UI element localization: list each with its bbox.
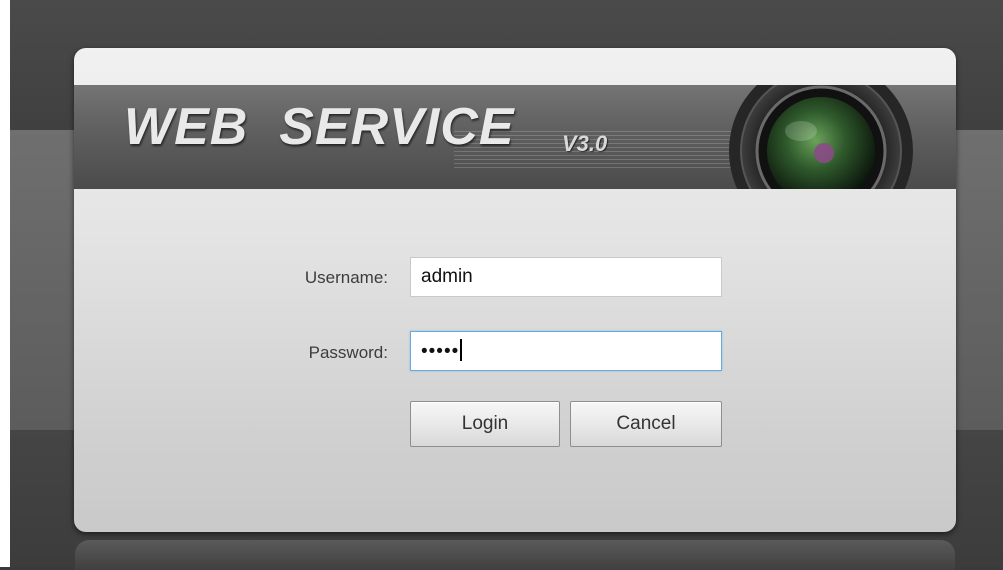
username-label: Username: — [304, 268, 388, 287]
brand-title: WEB SERVICE — [124, 98, 515, 156]
username-input[interactable]: admin — [410, 257, 722, 297]
text-caret — [460, 339, 463, 361]
background-shelf — [75, 540, 955, 570]
login-dialog: WEB SERVICE V3.0 Username: admin Passwor… — [74, 48, 956, 532]
cancel-button[interactable]: Cancel — [570, 401, 722, 447]
login-button[interactable]: Login — [410, 401, 560, 447]
left-edge — [0, 0, 10, 567]
password-label: Password: — [308, 343, 388, 362]
password-input[interactable]: ••••• — [410, 331, 722, 371]
username-value: admin — [421, 266, 473, 287]
password-value: ••••• — [421, 341, 460, 362]
camera-lens-icon — [729, 85, 913, 189]
brand-version: V3.0 — [562, 131, 608, 156]
web-service-banner: WEB SERVICE V3.0 — [74, 85, 956, 189]
